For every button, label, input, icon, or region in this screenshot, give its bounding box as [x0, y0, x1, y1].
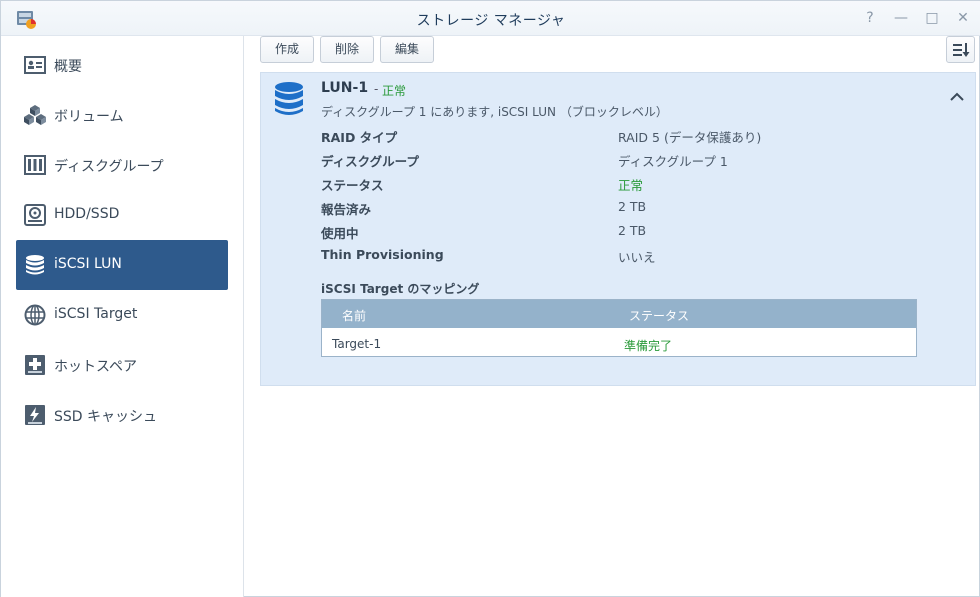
- sidebar-item-hot-spare[interactable]: ホットスペア: [16, 340, 228, 390]
- cell-target-status: 準備完了: [624, 339, 673, 353]
- hot-spare-icon: [25, 355, 45, 375]
- detail-value-raid-type: RAID 5 (データ保護あり): [618, 130, 762, 145]
- sidebar-item-label: SSD キャッシュ: [54, 409, 158, 425]
- detail-value-reported: 2 TB: [618, 199, 647, 214]
- sidebar-item-label: iSCSI Target: [54, 306, 138, 322]
- create-button[interactable]: 作成: [260, 36, 314, 63]
- sidebar: 概要 ボリューム ディスクグループ HDD/SSD iSCSI LUN iSCS…: [1, 36, 244, 597]
- sidebar-item-label: iSCSI LUN: [54, 256, 122, 272]
- sidebar-item-label: ディスクグループ: [54, 159, 164, 175]
- sidebar-item-label: 概要: [54, 59, 82, 75]
- detail-value-status: 正常: [618, 178, 644, 193]
- close-icon[interactable]: ✕: [954, 9, 972, 27]
- sidebar-item-label: ホットスペア: [54, 359, 138, 375]
- maximize-icon[interactable]: □: [923, 9, 941, 27]
- chevron-up-icon[interactable]: [949, 90, 965, 102]
- title-bar: ストレージ マネージャ ? — □ ✕: [1, 1, 980, 36]
- detail-label-thin-provisioning: Thin Provisioning: [321, 247, 444, 262]
- sidebar-item-disk-group[interactable]: ディスクグループ: [16, 140, 228, 190]
- sidebar-item-label: ボリューム: [54, 109, 124, 125]
- lun-detail-panel: LUN-1 - 正常 ディスクグループ 1 にあります, iSCSI LUN （…: [260, 72, 976, 386]
- sort-button[interactable]: [946, 36, 975, 63]
- detail-value-used: 2 TB: [618, 223, 647, 238]
- lun-name: LUN-1: [321, 80, 369, 96]
- delete-button[interactable]: 削除: [320, 36, 374, 63]
- globe-icon: [24, 304, 46, 326]
- minimize-icon[interactable]: —: [892, 9, 910, 27]
- sidebar-item-volume[interactable]: ボリューム: [16, 90, 228, 140]
- cell-target-name: Target-1: [332, 337, 382, 351]
- storage-manager-window: ストレージ マネージャ ? — □ ✕ 概要 ボリューム ディスクグループ HD…: [0, 0, 980, 597]
- column-header-status[interactable]: ステータス: [629, 307, 689, 324]
- column-header-name[interactable]: 名前: [342, 307, 366, 324]
- volume-icon: [24, 105, 46, 125]
- disk-group-icon: [24, 155, 46, 175]
- mapping-section-title: iSCSI Target のマッピング: [321, 282, 480, 296]
- ssd-cache-icon: [25, 405, 45, 425]
- database-icon: [275, 82, 303, 115]
- mapping-table-header: 名前 ステータス: [322, 300, 916, 328]
- sidebar-item-overview[interactable]: 概要: [16, 40, 228, 90]
- detail-value-disk-group: ディスクグループ 1: [618, 154, 728, 169]
- sidebar-item-ssd-cache[interactable]: SSD キャッシュ: [16, 390, 228, 440]
- detail-label-reported: 報告済み: [321, 202, 372, 217]
- sort-icon: [952, 43, 969, 57]
- sidebar-item-iscsi-target[interactable]: iSCSI Target: [16, 290, 228, 340]
- sidebar-item-hdd-ssd[interactable]: HDD/SSD: [16, 190, 228, 240]
- sidebar-item-iscsi-lun[interactable]: iSCSI LUN: [16, 240, 228, 290]
- lun-description: ディスクグループ 1 にあります, iSCSI LUN （ブロックレベル）: [321, 105, 668, 119]
- detail-label-status: ステータス: [321, 178, 384, 193]
- window-title: ストレージ マネージャ: [416, 13, 566, 29]
- detail-label-raid-type: RAID タイプ: [321, 130, 398, 145]
- detail-label-used: 使用中: [321, 226, 359, 241]
- mapping-table: 名前 ステータス Target-1 準備完了: [321, 299, 917, 357]
- detail-label-disk-group: ディスクグループ: [321, 154, 419, 169]
- database-icon: [26, 255, 44, 275]
- lun-name-separator: -: [374, 82, 379, 96]
- help-icon[interactable]: ?: [861, 9, 879, 27]
- detail-value-thin-provisioning: いいえ: [618, 250, 656, 265]
- sidebar-item-label: HDD/SSD: [54, 206, 120, 222]
- lun-status: 正常: [382, 84, 407, 98]
- hdd-icon: [24, 204, 46, 226]
- overview-icon: [24, 56, 46, 74]
- edit-button[interactable]: 編集: [380, 36, 434, 63]
